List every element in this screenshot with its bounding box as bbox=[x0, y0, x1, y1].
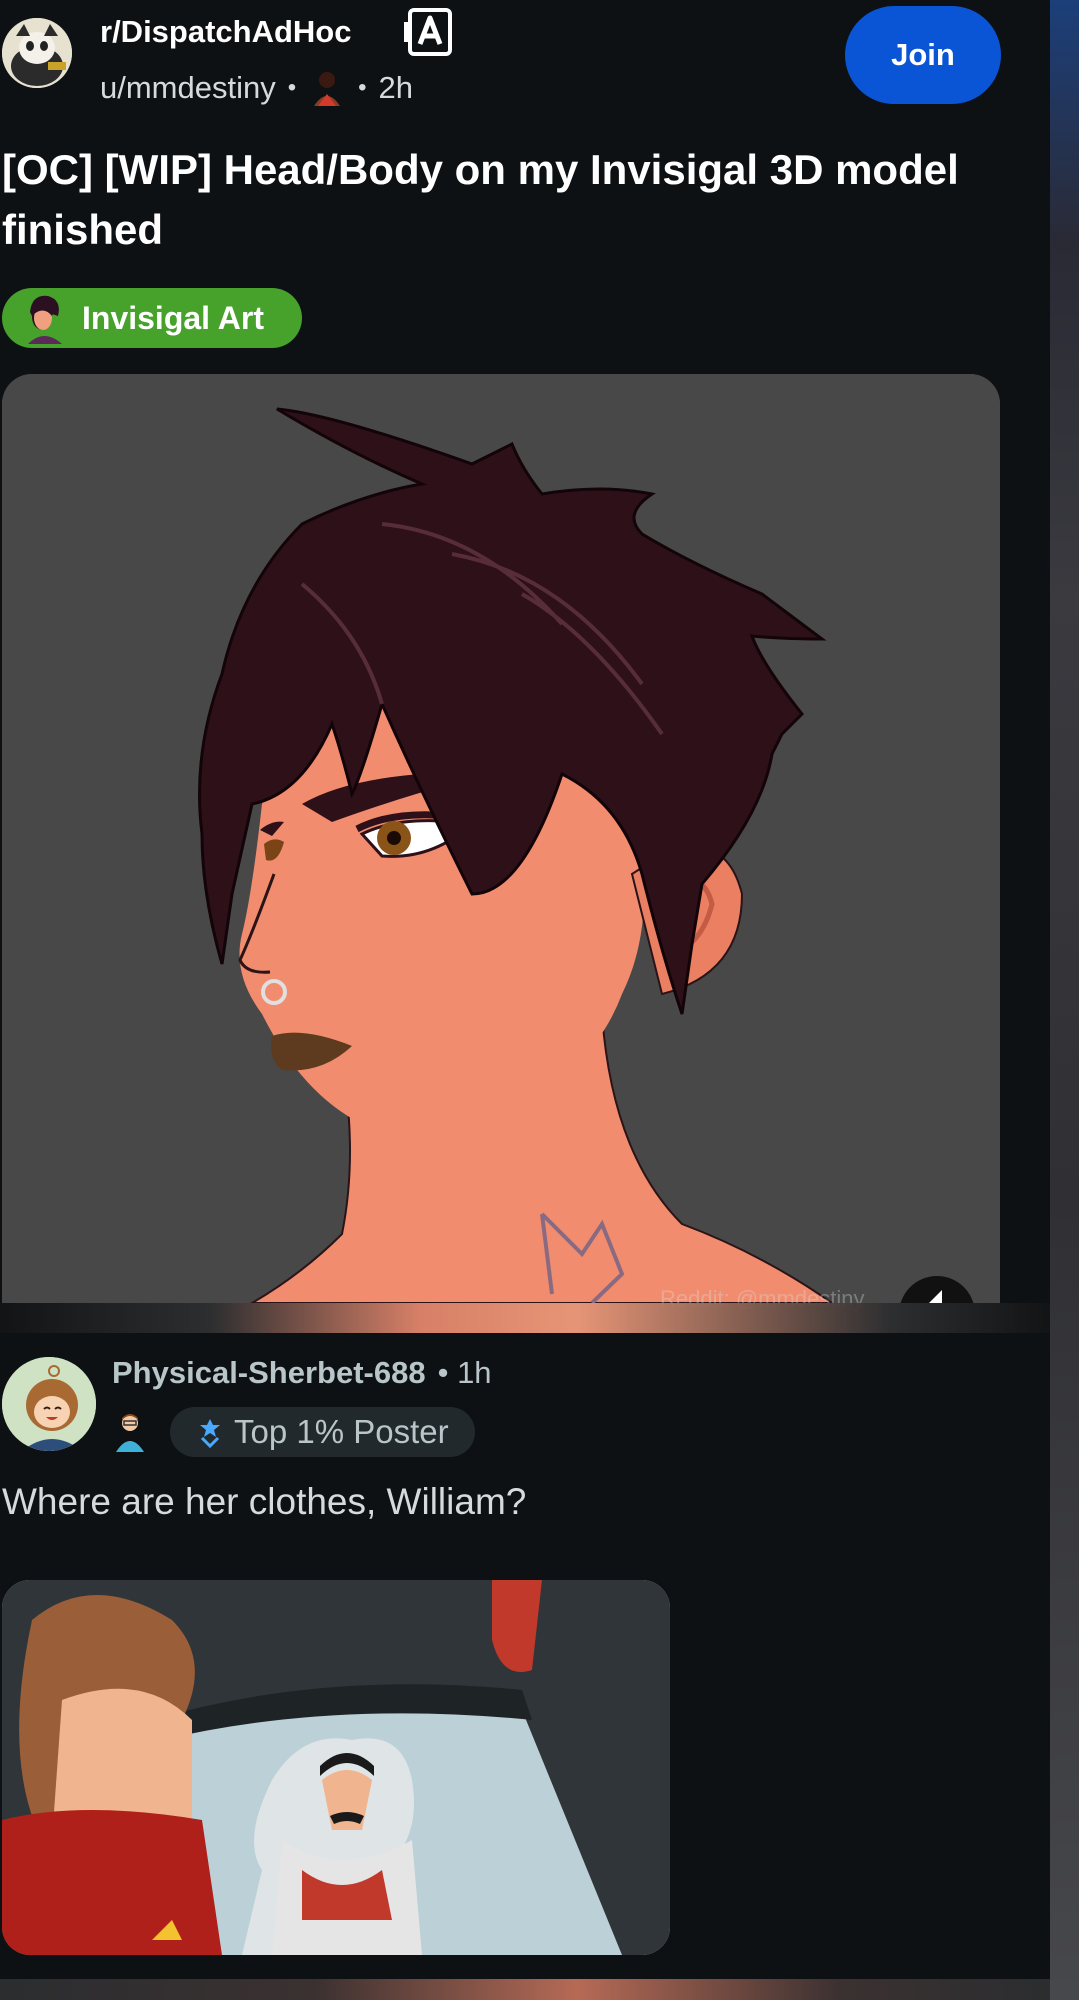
post-byline: u/mmdestiny • • 2h bbox=[100, 68, 413, 108]
post-title[interactable]: [OC] [WIP] Head/Body on my Invisigal 3D … bbox=[2, 140, 1002, 260]
top-poster-icon bbox=[194, 1416, 226, 1449]
subreddit-name[interactable]: r/DispatchAdHoc bbox=[100, 14, 351, 50]
comment-flair-row: Top 1% Poster bbox=[112, 1407, 475, 1457]
comment-age: • 1h bbox=[437, 1355, 492, 1390]
post-flair[interactable]: Invisigal Art bbox=[2, 288, 302, 348]
user-flair-icon bbox=[308, 68, 346, 108]
badge-label: Top 1% Poster bbox=[234, 1413, 449, 1450]
post-image[interactable] bbox=[2, 374, 1000, 1303]
flair-label: Invisigal Art bbox=[82, 299, 264, 336]
separator-dot: • bbox=[358, 74, 367, 101]
separator-dot: • bbox=[287, 74, 297, 101]
comment-age-value: 1h bbox=[457, 1355, 492, 1390]
feed-divider bbox=[0, 1303, 1050, 1333]
invisigal-flair-icon bbox=[22, 292, 66, 344]
comment-body[interactable]: Where are her clothes, William? bbox=[2, 1481, 526, 1523]
commenter-avatar-icon[interactable] bbox=[2, 1357, 96, 1451]
post-card[interactable]: r/DispatchAdHoc u/mmdestiny • • 2h Join … bbox=[0, 0, 1050, 1311]
background-app-strip bbox=[1050, 0, 1079, 2000]
top-poster-badge[interactable]: Top 1% Poster bbox=[170, 1407, 475, 1457]
comment-gif[interactable] bbox=[2, 1580, 670, 1955]
comment-author[interactable]: Physical-Sherbet-688 bbox=[112, 1355, 426, 1391]
mod-shield-icon bbox=[403, 6, 458, 58]
join-button[interactable]: Join bbox=[845, 6, 1001, 104]
user-flair-icon bbox=[112, 1412, 148, 1452]
comment-card[interactable]: Physical-Sherbet-688 • 1h Top 1% Poster … bbox=[0, 1333, 1050, 1979]
comment-author-row: Physical-Sherbet-688 • 1h bbox=[112, 1355, 492, 1391]
post-author[interactable]: u/mmdestiny bbox=[100, 70, 276, 106]
next-item-peek bbox=[0, 1979, 1050, 2000]
subreddit-avatar-icon[interactable] bbox=[2, 18, 72, 88]
post-age: 2h bbox=[378, 70, 414, 105]
